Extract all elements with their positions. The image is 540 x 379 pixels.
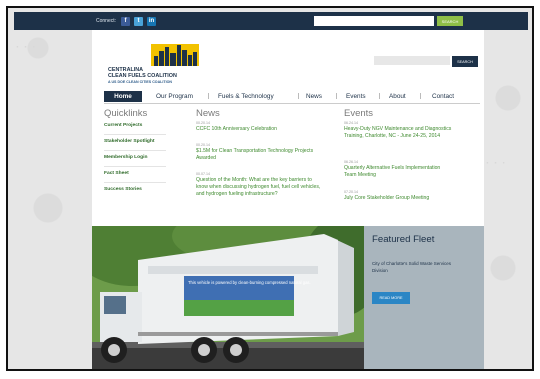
nav-separator: [379, 93, 380, 99]
news-date: 00.20.14: [196, 121, 210, 125]
events-heading: Events: [344, 108, 374, 119]
search-input[interactable]: [374, 56, 450, 65]
news-date: 00.07.14: [196, 172, 210, 176]
nav-separator: [208, 93, 209, 99]
nav-contact[interactable]: Contact: [432, 91, 454, 102]
event-date: 07.20.14: [344, 190, 358, 194]
nav-about[interactable]: About: [389, 91, 406, 102]
top-bar: Connect: f t in SEARCH: [14, 12, 528, 30]
site-page: CENTRALINA CLEAN FUELS COALITION A US DO…: [92, 30, 484, 371]
nav-our-program[interactable]: Our Program: [156, 91, 193, 102]
quicklink-divider: [104, 134, 166, 135]
featured-fleet-text: City of Charlotte's Solid Waste Services…: [372, 261, 451, 273]
slider-page-4[interactable]: 4: [400, 369, 407, 371]
featured-fleet-title: Featured Fleet: [372, 234, 435, 245]
featured-fleet-panel: Featured Fleet City of Charlotte's Solid…: [364, 226, 484, 371]
connect-label: Connect:: [96, 18, 117, 24]
read-more-button[interactable]: READ MORE: [372, 292, 410, 304]
quicklinks-heading: Quicklinks: [104, 108, 148, 119]
nav-separator: [336, 93, 337, 99]
background-watermark: · · ·: [16, 42, 37, 53]
news-item-title[interactable]: $1.5M for Clean Transportation Technolog…: [196, 148, 324, 162]
linkedin-icon[interactable]: in: [147, 16, 157, 26]
screenshot-frame: · · · · · · Connect: f t in SEARCH CENTR…: [6, 6, 534, 371]
truck-banner-text: This vehicle is powered by clean-burning…: [188, 280, 311, 285]
news-date: 00.20.14: [196, 143, 210, 147]
garbage-truck-illustration: This vehicle is powered by clean-burning…: [92, 226, 364, 369]
news-heading: News: [196, 108, 220, 119]
news-item-title[interactable]: Question of the Month: What are the key …: [196, 177, 324, 198]
slider-page-3[interactable]: 3: [390, 369, 397, 371]
main-nav: Home Our Program Fuels & Technology News…: [104, 89, 480, 104]
quicklink-current-projects[interactable]: Current Projects: [104, 123, 142, 128]
nav-separator: [420, 93, 421, 99]
hero-image: This vehicle is powered by clean-burning…: [92, 226, 364, 369]
search-button[interactable]: SEARCH: [452, 56, 478, 67]
nav-fuels-technology[interactable]: Fuels & Technology: [218, 91, 274, 102]
top-search-button[interactable]: SEARCH: [437, 16, 463, 26]
nav-news[interactable]: News: [306, 91, 322, 102]
nav-home[interactable]: Home: [104, 91, 142, 102]
event-item-title[interactable]: Quarterly Alternative Fuels Implementati…: [344, 165, 454, 179]
quicklink-fact-sheet[interactable]: Fact Sheet: [104, 171, 129, 176]
quicklink-divider: [104, 166, 166, 167]
event-item-title[interactable]: Heavy-Duty NGV Maintenance and Diagnosti…: [344, 126, 454, 140]
event-item-title[interactable]: July Core Stakeholder Group Meeting: [344, 195, 454, 202]
quicklink-success-stories[interactable]: Success Stories: [104, 187, 142, 192]
skyline-logo-icon: [151, 44, 199, 66]
nav-separator: [298, 93, 299, 99]
news-item-title[interactable]: CCFC 10th Anniversary Celebration: [196, 126, 324, 133]
top-search-input[interactable]: [314, 16, 434, 26]
org-tagline: A US DOE CLEAN CITIES COALITION: [108, 80, 172, 84]
quicklink-stakeholder-spotlight[interactable]: Stakeholder Spotlight: [104, 139, 155, 144]
nav-events[interactable]: Events: [346, 91, 366, 102]
slider-page-1[interactable]: 1: [370, 369, 377, 371]
twitter-icon[interactable]: t: [134, 16, 144, 26]
quicklink-divider: [104, 150, 166, 151]
event-date: 06.24.14: [344, 121, 358, 125]
background-watermark: · · ·: [486, 158, 507, 169]
slider-page-2[interactable]: 2: [380, 369, 387, 371]
event-date: 06.26.14: [344, 160, 358, 164]
quicklink-membership-login[interactable]: Membership Login: [104, 155, 147, 160]
facebook-icon[interactable]: f: [121, 16, 131, 26]
quicklink-divider: [104, 182, 166, 183]
